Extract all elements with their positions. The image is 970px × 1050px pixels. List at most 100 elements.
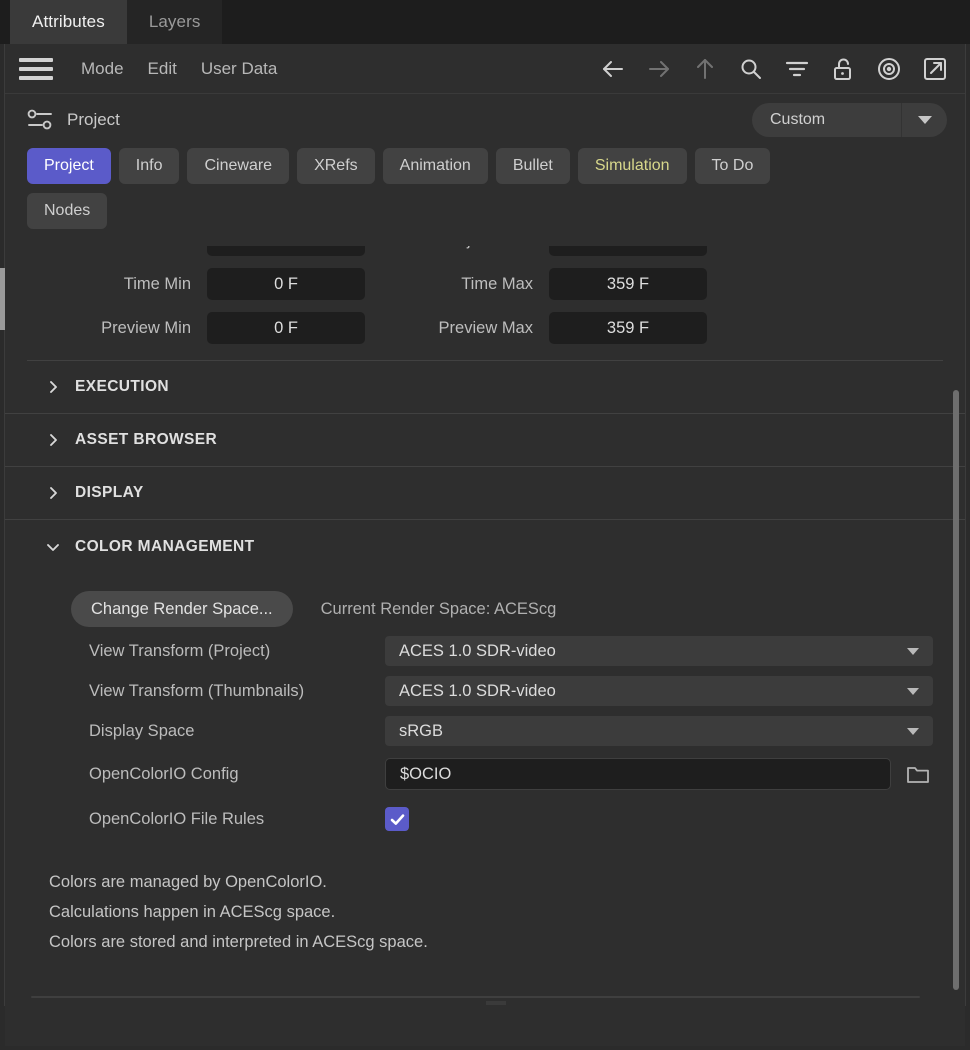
page-title: Project: [67, 110, 120, 129]
horizontal-scrollbar-thumb[interactable]: [31, 996, 920, 998]
change-render-space-row: Change Render Space... Current Render Sp…: [5, 587, 965, 631]
dropdown-view-transform-project-value: ACES 1.0 SDR-video: [399, 641, 556, 660]
menubar: Mode Edit User Data: [5, 44, 965, 94]
field-time-max[interactable]: 359 F: [549, 268, 707, 300]
chevron-down-icon: [45, 539, 61, 555]
preset-dropdown-value: Custom: [770, 111, 826, 128]
project-settings-icon: [25, 107, 55, 133]
attribute-tab-chips: Project Info Cineware XRefs Animation Bu…: [5, 146, 965, 246]
row-view-transform-thumbnails: View Transform (Thumbnails) ACES 1.0 SDR…: [5, 671, 965, 711]
tab-attributes-label: Attributes: [32, 12, 105, 31]
section-execution[interactable]: EXECUTION: [5, 361, 965, 414]
label-fps: FPS: [27, 246, 207, 250]
label-preview-min: Preview Min: [101, 318, 191, 337]
attributes-scroll-area: FPS 30 Project Time 0 F Time Min 0 F: [5, 246, 965, 1046]
panel-resize-grip[interactable]: [486, 1001, 506, 1005]
chevron-right-icon: [45, 432, 61, 448]
chip-row-1: Project Info Cineware XRefs Animation Bu…: [27, 148, 965, 184]
tab-layers-label: Layers: [148, 12, 201, 31]
section-execution-label: EXECUTION: [75, 378, 170, 395]
section-display-label: DISPLAY: [75, 484, 144, 501]
dropdown-view-transform-project[interactable]: ACES 1.0 SDR-video: [385, 636, 933, 666]
chip-row-2: Nodes: [27, 193, 965, 229]
color-management-info: Colors are managed by OpenColorIO. Calcu…: [5, 841, 965, 957]
vertical-scrollbar[interactable]: [949, 230, 963, 1000]
search-icon[interactable]: [737, 55, 765, 83]
chip-xrefs[interactable]: XRefs: [297, 148, 375, 184]
target-record-icon[interactable]: [875, 55, 903, 83]
section-asset-browser[interactable]: ASSET BROWSER: [5, 414, 965, 467]
dropdown-view-transform-thumbnails[interactable]: ACES 1.0 SDR-video: [385, 676, 933, 706]
dropdown-display-space[interactable]: sRGB: [385, 716, 933, 746]
chip-info[interactable]: Info: [118, 148, 180, 184]
vertical-scrollbar-thumb[interactable]: [953, 390, 959, 990]
field-project-time[interactable]: 0 F: [549, 246, 707, 256]
label-ocio-file-rules: OpenColorIO File Rules: [89, 809, 265, 828]
hamburger-menu-icon[interactable]: [19, 57, 53, 80]
toolbar-icons: [599, 55, 949, 83]
row-time-min-max: Time Min 0 F Time Max 359 F: [5, 262, 965, 306]
panel-body: Mode Edit User Data Project Custom Proje…: [4, 44, 966, 1046]
tab-layers[interactable]: Layers: [126, 0, 223, 44]
label-view-transform-project: View Transform (Project): [89, 641, 271, 660]
field-preview-max[interactable]: 359 F: [549, 312, 707, 344]
chip-nodes[interactable]: Nodes: [27, 193, 108, 229]
preset-dropdown[interactable]: Custom: [752, 103, 947, 137]
label-display-space: Display Space: [89, 721, 195, 740]
chevron-down-icon: [901, 103, 947, 137]
chip-project[interactable]: Project: [27, 148, 111, 184]
dropdown-view-transform-thumbnails-value: ACES 1.0 SDR-video: [399, 681, 556, 700]
row-preview-min-max: Preview Min 0 F Preview Max 359 F: [5, 306, 965, 350]
info-line-1: Colors are managed by OpenColorIO.: [49, 873, 327, 891]
object-header: Project Custom: [5, 94, 965, 146]
field-preview-min[interactable]: 0 F: [207, 312, 365, 344]
section-color-management-label: COLOR MANAGEMENT: [75, 537, 255, 555]
filter-icon[interactable]: [783, 55, 811, 83]
folder-icon[interactable]: [905, 762, 931, 786]
row-display-space: Display Space sRGB: [5, 711, 965, 751]
section-asset-browser-label: ASSET BROWSER: [75, 431, 218, 448]
label-view-transform-thumbnails: View Transform (Thumbnails): [89, 681, 305, 700]
panel-edge-marker: [0, 268, 5, 330]
chevron-down-icon: [907, 647, 919, 655]
chevron-right-icon: [45, 379, 61, 395]
label-time-min: Time Min: [123, 274, 191, 293]
chip-animation[interactable]: Animation: [382, 148, 488, 184]
label-preview-max: Preview Max: [438, 318, 533, 337]
lock-open-icon[interactable]: [829, 55, 857, 83]
menu-item-edit[interactable]: Edit: [136, 59, 189, 79]
row-ocio-config: OpenColorIO Config $OCIO: [5, 751, 965, 797]
forward-arrow-icon[interactable]: [645, 55, 673, 83]
panel-tabbar: Attributes Layers: [0, 0, 970, 44]
back-arrow-icon[interactable]: [599, 55, 627, 83]
clipped-fps-row: FPS 30 Project Time 0 F: [5, 246, 965, 262]
field-fps[interactable]: 30: [207, 246, 365, 256]
menu-item-mode[interactable]: Mode: [69, 59, 136, 79]
ocio-config-input[interactable]: $OCIO: [385, 758, 891, 790]
label-ocio-config: OpenColorIO Config: [89, 764, 239, 783]
label-project-time: Project Time: [389, 246, 549, 250]
current-render-space-text: Current Render Space: ACEScg: [320, 599, 557, 618]
change-render-space-button[interactable]: Change Render Space...: [71, 591, 293, 627]
up-arrow-icon[interactable]: [691, 55, 719, 83]
section-display[interactable]: DISPLAY: [5, 467, 965, 520]
chip-simulation[interactable]: Simulation: [577, 148, 687, 184]
open-external-icon[interactable]: [921, 55, 949, 83]
ocio-file-rules-checkbox[interactable]: [385, 807, 409, 831]
horizontal-scrollbar[interactable]: [31, 994, 926, 1000]
tab-attributes[interactable]: Attributes: [10, 0, 127, 44]
chip-cineware[interactable]: Cineware: [187, 148, 290, 184]
label-time-max: Time Max: [461, 274, 533, 293]
row-ocio-file-rules: OpenColorIO File Rules: [5, 797, 965, 841]
chip-to-do[interactable]: To Do: [694, 148, 771, 184]
chevron-down-icon: [907, 727, 919, 735]
section-color-management[interactable]: COLOR MANAGEMENT: [5, 520, 965, 573]
field-time-min[interactable]: 0 F: [207, 268, 365, 300]
color-management-body: Change Render Space... Current Render Sp…: [5, 573, 965, 957]
menu-item-user-data[interactable]: User Data: [189, 59, 290, 79]
row-fps: FPS 30 Project Time 0 F: [5, 246, 965, 262]
row-view-transform-project: View Transform (Project) ACES 1.0 SDR-vi…: [5, 631, 965, 671]
info-line-2: Calculations happen in ACEScg space.: [49, 903, 336, 921]
chip-bullet[interactable]: Bullet: [495, 148, 570, 184]
chevron-down-icon: [907, 687, 919, 695]
